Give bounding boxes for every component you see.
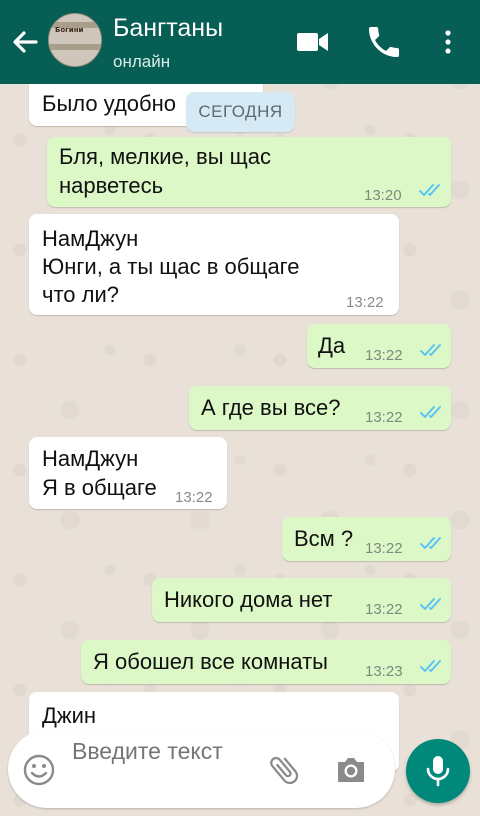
message-time: 13:22: [346, 294, 384, 311]
message-outgoing[interactable]: Да 13:22: [307, 324, 451, 368]
message-composer: [8, 730, 395, 808]
read-ticks-icon: [420, 598, 441, 610]
message-text: Да: [318, 333, 346, 358]
avatar-label: Богини: [55, 26, 84, 34]
message-sender: Джин: [42, 703, 97, 728]
contact-status: онлайн: [113, 52, 171, 71]
message-time: 13:22: [365, 601, 403, 618]
message-text-line: Юнги, а ты щас в общаге: [42, 254, 300, 279]
message-text-line: нарветесь: [59, 173, 164, 198]
message-time: 13:22: [365, 347, 403, 364]
message-time: 13:23: [365, 663, 403, 680]
back-arrow-icon[interactable]: [6, 22, 44, 62]
message-time: 13:22: [175, 489, 213, 506]
message-text: Я в общаге: [42, 475, 157, 500]
message-text: Я обошел все комнаты: [93, 649, 328, 674]
message-sender: НамДжун: [42, 446, 139, 471]
read-ticks-icon: [420, 537, 441, 549]
message-text-line: что ли?: [42, 282, 119, 307]
message-text: Было удобно: [42, 91, 177, 116]
more-options-icon[interactable]: [428, 22, 468, 62]
read-ticks-icon: [420, 406, 441, 418]
avatar[interactable]: Богини: [48, 13, 102, 67]
read-ticks-icon: [420, 344, 441, 356]
phone-call-icon[interactable]: [364, 22, 404, 62]
message-outgoing[interactable]: Всм ? 13:22: [282, 517, 451, 561]
voice-message-button[interactable]: [406, 739, 470, 803]
message-time: 13:20: [364, 187, 402, 204]
read-ticks-icon: [420, 660, 441, 672]
message-text: Всм ?: [294, 526, 354, 551]
message-outgoing[interactable]: Я обошел все комнаты 13:23: [81, 640, 451, 684]
date-separator: СЕГОДНЯ: [186, 92, 295, 132]
chat-header: Богини Бангтаны онлайн: [0, 0, 480, 84]
message-text-line: Бля, мелкие, вы щас: [59, 144, 271, 169]
message-incoming[interactable]: НамДжун Я в общаге 13:22: [29, 437, 227, 509]
message-time: 13:22: [365, 409, 403, 426]
contact-name[interactable]: Бангтаны: [113, 14, 223, 43]
message-outgoing[interactable]: Бля, мелкие, вы щас нарветесь 13:20: [47, 137, 451, 207]
emoji-icon[interactable]: [22, 753, 56, 787]
message-sender: НамДжун: [42, 226, 139, 251]
message-input[interactable]: [72, 736, 242, 804]
microphone-icon: [426, 756, 450, 787]
video-call-icon[interactable]: [293, 22, 333, 62]
read-ticks-icon: [419, 184, 440, 196]
camera-icon[interactable]: [334, 754, 368, 786]
message-outgoing[interactable]: А где вы все? 13:22: [189, 386, 451, 430]
message-text: Никого дома нет: [164, 587, 333, 612]
message-outgoing[interactable]: Никого дома нет 13:22: [152, 578, 451, 622]
message-text: А где вы все?: [201, 395, 341, 420]
paperclip-icon[interactable]: [266, 752, 302, 788]
message-time: 13:22: [365, 540, 403, 557]
message-incoming[interactable]: НамДжун Юнги, а ты щас в общаге что ли? …: [29, 214, 399, 315]
